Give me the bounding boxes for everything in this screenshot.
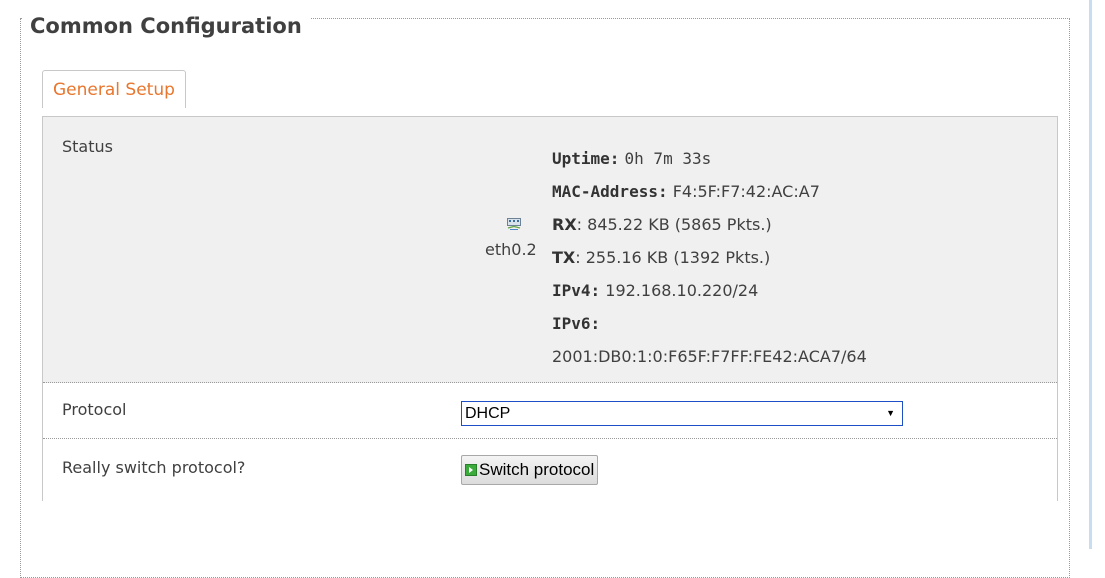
interface-name: eth0.2 <box>485 240 537 259</box>
switch-protocol-button[interactable]: Switch protocol <box>461 455 599 485</box>
ipv4-key: IPv4: <box>552 281 601 300</box>
switch-protocol-row: Really switch protocol? Switch protocol <box>43 439 1057 501</box>
uptime-value: 0h 7m 33s <box>624 149 712 168</box>
mac-line: MAC-Address: F4:5F:F7:42:AC:A7 <box>552 175 867 208</box>
ipv6-key: IPv6: <box>552 314 601 333</box>
rx-value: : 845.22 KB (5865 Pkts.) <box>576 215 772 234</box>
rx-line: RX: 845.22 KB (5865 Pkts.) <box>552 208 867 241</box>
ipv4-value: 192.168.10.220/24 <box>605 281 759 300</box>
rx-key: RX <box>552 215 577 234</box>
tx-value: : 255.16 KB (1392 Pkts.) <box>575 248 771 267</box>
interface-badge: eth0.2 <box>482 218 546 259</box>
uptime-key: Uptime: <box>552 149 620 168</box>
switch-protocol-button-label: Switch protocol <box>479 460 595 479</box>
status-row: Status eth0.2 Uptime: 0h 7m 33s MAC-Addr… <box>43 117 1057 383</box>
tx-line: TX: 255.16 KB (1392 Pkts.) <box>552 241 867 274</box>
ipv4-line: IPv4: 192.168.10.220/24 <box>552 274 867 307</box>
section-title: Common Configuration <box>22 16 310 37</box>
ipv6-line: IPv6: <box>552 307 867 340</box>
protocol-selected-value: DHCP <box>465 405 511 422</box>
interface-status-details: Uptime: 0h 7m 33s MAC-Address: F4:5F:F7:… <box>552 142 867 373</box>
switch-protocol-label: Really switch protocol? <box>62 458 246 477</box>
mac-key: MAC-Address: <box>552 182 668 201</box>
status-label: Status <box>62 137 113 156</box>
tab-general-setup[interactable]: General Setup <box>42 70 186 108</box>
mac-value: F4:5F:F7:42:AC:A7 <box>672 182 820 201</box>
tx-key: TX <box>552 248 576 267</box>
protocol-row: Protocol DHCP ▼ <box>43 383 1057 439</box>
ipv6-value: 2001:DB0:1:0:F65F:F7FF:FE42:ACA7/64 <box>552 347 867 366</box>
protocol-label: Protocol <box>62 400 127 419</box>
uptime-line: Uptime: 0h 7m 33s <box>552 142 867 175</box>
general-setup-panel: Status eth0.2 Uptime: 0h 7m 33s MAC-Addr… <box>42 116 1058 501</box>
dropdown-arrow-icon: ▼ <box>886 408 895 418</box>
ethernet-port-icon <box>507 218 521 230</box>
protocol-select[interactable]: DHCP ▼ <box>461 401 903 426</box>
window-edge <box>1089 0 1092 549</box>
apply-icon <box>465 464 477 476</box>
ipv6-value-line: 2001:DB0:1:0:F65F:F7FF:FE42:ACA7/64 <box>552 340 867 373</box>
